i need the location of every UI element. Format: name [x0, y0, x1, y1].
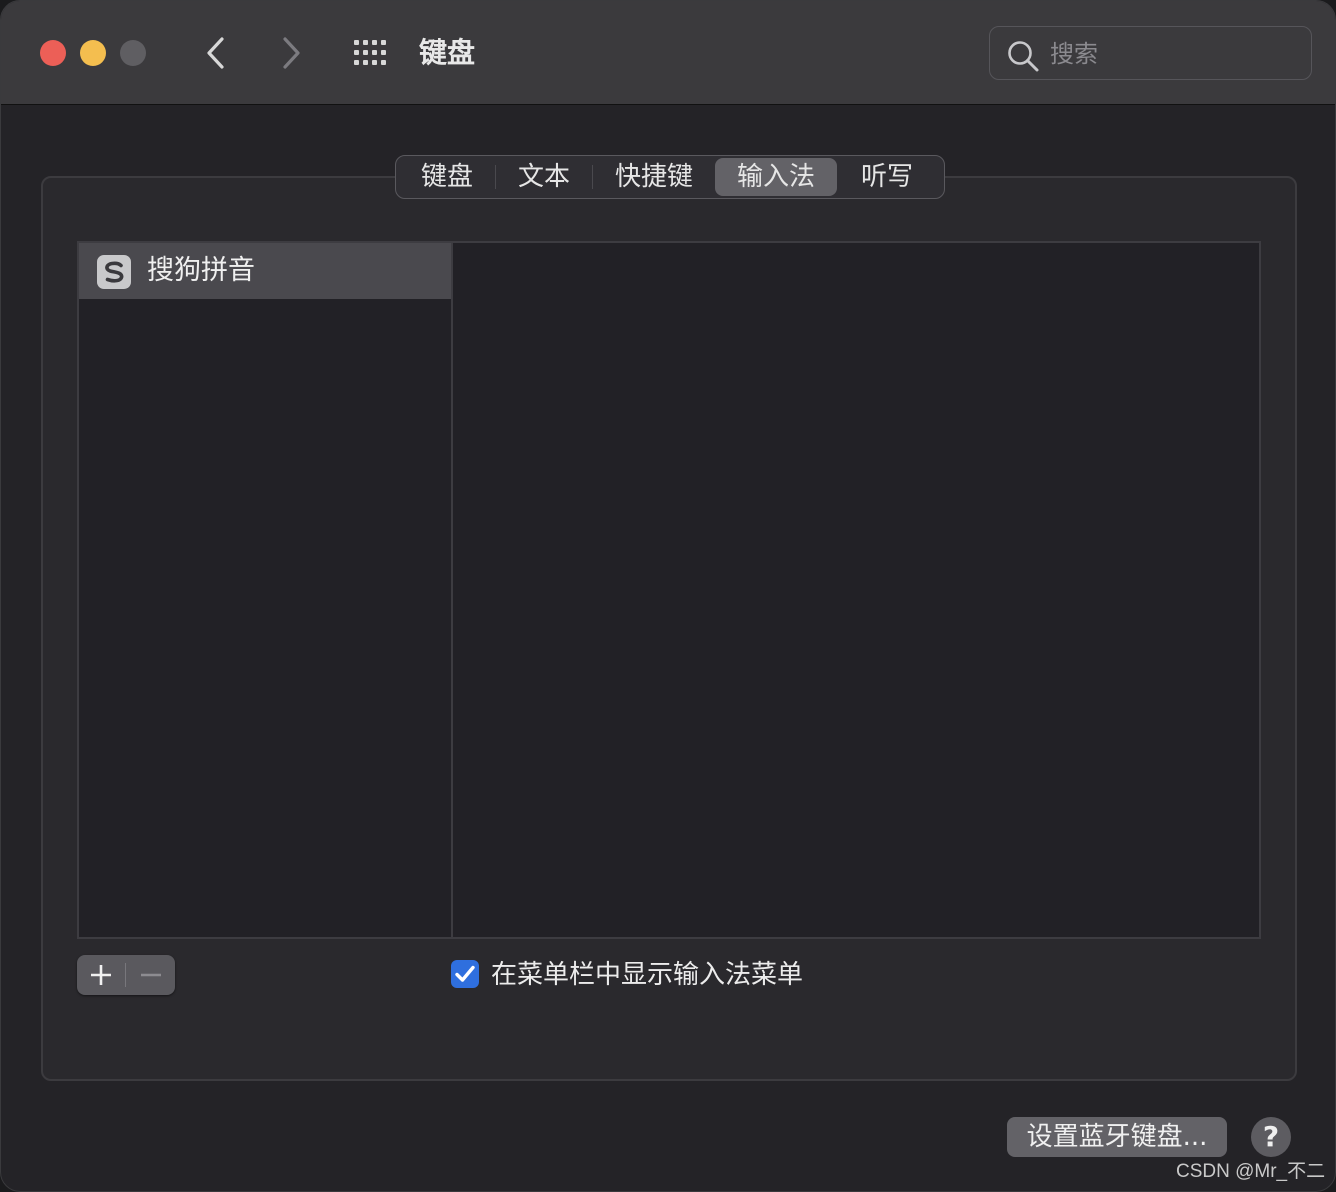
- tab-dictation[interactable]: 听写: [837, 158, 937, 196]
- help-button[interactable]: ?: [1251, 1117, 1291, 1157]
- tab-shortcuts[interactable]: 快捷键: [593, 158, 715, 196]
- add-input-source-button[interactable]: [77, 955, 125, 995]
- search-input[interactable]: [1050, 35, 1290, 73]
- add-remove-control: [77, 955, 175, 995]
- minimize-window-button[interactable]: [80, 40, 106, 66]
- tab-text[interactable]: 文本: [496, 158, 592, 196]
- search-icon: [1008, 41, 1039, 72]
- tab-bar: 键盘 文本 快捷键 输入法 听写: [395, 155, 945, 199]
- tab-keyboard[interactable]: 键盘: [399, 158, 495, 196]
- setup-bluetooth-keyboard-button[interactable]: 设置蓝牙键盘...: [1007, 1117, 1227, 1157]
- forward-button[interactable]: [276, 33, 306, 73]
- list-item-sogou-pinyin[interactable]: 搜狗拼音: [79, 243, 451, 299]
- show-all-button[interactable]: [351, 37, 391, 69]
- list-item-label: 搜狗拼音: [147, 255, 255, 286]
- grid-icon: [354, 40, 386, 65]
- show-input-menu-label[interactable]: 在菜单栏中显示输入法菜单: [491, 956, 803, 994]
- plus-icon: [91, 965, 111, 985]
- chevron-left-icon: [207, 37, 224, 69]
- back-button[interactable]: [201, 33, 231, 73]
- window-title: 键盘: [419, 36, 476, 69]
- close-window-button[interactable]: [40, 40, 66, 66]
- watermark: CSDN @Mr_不二: [1176, 1161, 1326, 1182]
- input-source-detail: [451, 241, 1261, 939]
- search-field[interactable]: [989, 26, 1312, 80]
- tab-input-sources[interactable]: 输入法: [715, 158, 837, 196]
- title-bar: 键盘: [1, 1, 1335, 105]
- checkmark-icon: [455, 965, 475, 982]
- button-divider: [125, 963, 126, 987]
- remove-input-source-button[interactable]: [127, 955, 175, 995]
- zoom-window-button: [120, 40, 146, 66]
- chevron-right-icon: [283, 37, 300, 69]
- minus-icon: [141, 973, 161, 977]
- input-source-list[interactable]: 搜狗拼音: [77, 241, 453, 939]
- keyboard-preferences-window: 键盘 键盘 文本 快捷键 输入法 听写 搜狗拼音: [0, 0, 1336, 1192]
- show-input-menu-checkbox[interactable]: [451, 960, 479, 988]
- sogou-icon: [97, 255, 131, 289]
